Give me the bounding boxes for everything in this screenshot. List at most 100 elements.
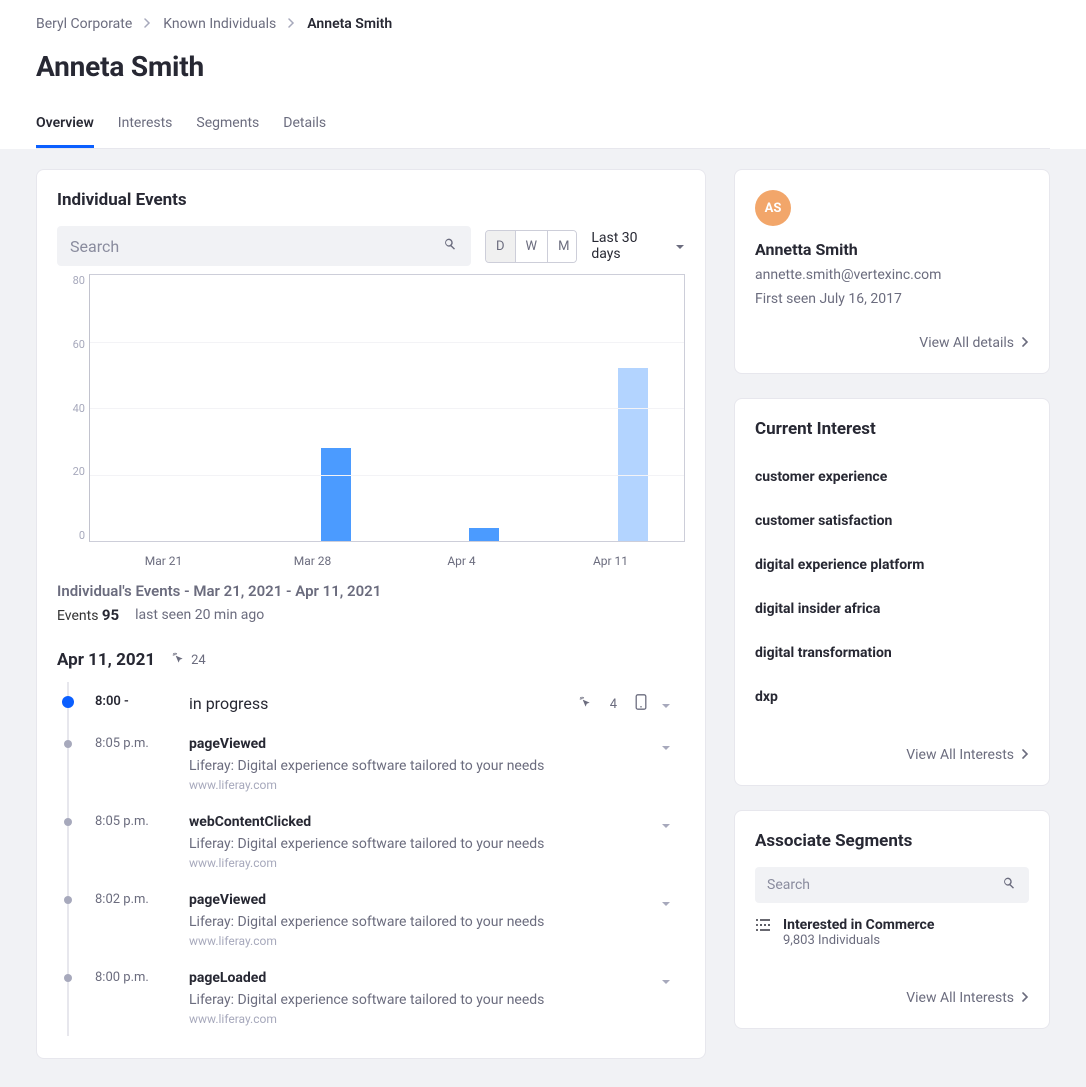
event-name: webContentClicked: [189, 814, 647, 830]
chart-bar[interactable]: [321, 448, 351, 541]
x-tick: Mar 21: [89, 548, 238, 570]
events-chart: 806040200 Mar 21Mar 28Apr 4Apr 11: [57, 274, 685, 570]
granularity-toggle[interactable]: D W M: [485, 230, 577, 263]
chevron-right-icon: [1022, 990, 1029, 1006]
chevron-right-icon: [1022, 747, 1029, 763]
segment-list-icon: [755, 917, 771, 937]
event-description: Liferay: Digital experience software tai…: [189, 914, 647, 930]
session-dot-icon: [62, 696, 74, 708]
click-icon: [578, 695, 592, 713]
chevron-right-icon: [144, 16, 151, 32]
timeline-item[interactable]: 8:02 p.m. pageViewed Liferay: Digital expe…: [67, 880, 685, 958]
segment-meta: 9,803 Individuals: [783, 933, 934, 948]
timeline-dot-icon: [64, 818, 72, 826]
x-tick: Apr 11: [536, 548, 685, 570]
granularity-month[interactable]: M: [547, 231, 577, 262]
breadcrumb-current: Anneta Smith: [307, 16, 392, 32]
timeline-item[interactable]: 8:00 p.m.pageLoadedLiferay: Digital expe…: [67, 958, 685, 1036]
interest-item[interactable]: digital insider africa: [755, 587, 1029, 631]
interest-item[interactable]: digital transformation: [755, 631, 1029, 675]
caret-down-icon[interactable]: [661, 970, 685, 989]
interest-item[interactable]: customer satisfaction: [755, 499, 1029, 543]
event-time: 8:05 p.m.: [95, 814, 175, 829]
timeline-date: Apr 11, 2021: [57, 650, 155, 670]
segments-title: Associate Segments: [755, 831, 1029, 851]
event-name: pageViewed: [189, 736, 647, 752]
interest-item[interactable]: customer experience: [755, 455, 1029, 499]
tab-interests[interactable]: Interests: [118, 107, 173, 148]
timeline-dot-icon: [64, 740, 72, 748]
y-tick: 20: [57, 465, 85, 478]
event-time: 8:05 p.m.: [95, 736, 175, 751]
timeline-item[interactable]: 8:05 p.m. pageViewed Liferay: Digital expe…: [67, 724, 685, 802]
timeline-session-header[interactable]: 8:00 - in progress 4: [67, 682, 685, 724]
search-placeholder: Search: [767, 877, 1001, 893]
caret-down-icon: [675, 238, 685, 254]
avatar: AS: [755, 190, 791, 226]
segments-search-input[interactable]: Search: [755, 867, 1029, 903]
tab-overview[interactable]: Overview: [36, 107, 94, 148]
view-all-details-link[interactable]: View All details: [755, 335, 1029, 351]
search-icon: [1001, 875, 1017, 895]
caret-down-icon[interactable]: [661, 814, 685, 833]
search-icon: [442, 236, 458, 256]
event-name: pageViewed: [189, 892, 647, 908]
timeline-item[interactable]: 8:05 p.m. webContentClicked Liferay: Digit…: [67, 802, 685, 880]
chart-caption: Individual's Events - Mar 21, 2021 - Apr…: [57, 582, 685, 600]
event-name: pageLoaded: [189, 970, 647, 986]
interests-card: Current Interest customer experiencecust…: [734, 398, 1050, 786]
chevron-right-icon: [288, 16, 295, 32]
event-time: 8:02 p.m.: [95, 892, 175, 907]
y-tick: 0: [57, 529, 85, 542]
event-url: www.liferay.com: [189, 856, 647, 870]
view-all-segments-link[interactable]: View All Interests: [755, 990, 1029, 1006]
session-count: 4: [610, 697, 617, 712]
page-title: Anneta Smith: [36, 50, 1050, 83]
chart-bar[interactable]: [618, 368, 648, 541]
caret-down-icon[interactable]: [661, 694, 685, 713]
y-tick: 60: [57, 338, 85, 351]
search-placeholder: Search: [70, 237, 442, 256]
y-tick: 40: [57, 402, 85, 415]
timeline-dot-icon: [64, 896, 72, 904]
granularity-day[interactable]: D: [486, 231, 515, 262]
events-search-input[interactable]: Search: [57, 226, 471, 266]
caret-down-icon[interactable]: [661, 892, 685, 911]
profile-email: annette.smith@vertexinc.com: [755, 267, 1029, 283]
breadcrumb-root[interactable]: Beryl Corporate: [36, 16, 132, 32]
x-tick: Apr 4: [387, 548, 536, 570]
date-range-label: Last 30 days: [591, 230, 667, 262]
profile-first-seen: First seen July 16, 2017: [755, 291, 1029, 307]
interest-item[interactable]: dxp: [755, 675, 1029, 719]
breadcrumb: Beryl Corporate Known Individuals Anneta…: [36, 16, 1050, 32]
chevron-right-icon: [1022, 335, 1029, 351]
tab-segments[interactable]: Segments: [196, 107, 259, 148]
view-all-interests-link[interactable]: View All Interests: [755, 747, 1029, 763]
event-url: www.liferay.com: [189, 1012, 647, 1026]
caret-down-icon[interactable]: [661, 736, 685, 755]
interest-item[interactable]: digital experience platform: [755, 543, 1029, 587]
event-description: Liferay: Digital experience software tai…: [189, 758, 647, 774]
interests-title: Current Interest: [755, 419, 1029, 439]
event-url: www.liferay.com: [189, 934, 647, 948]
last-seen: last seen 20 min ago: [135, 607, 264, 623]
date-range-dropdown[interactable]: Last 30 days: [591, 230, 685, 262]
segment-item[interactable]: Interested in Commerce 9,803 Individuals: [755, 917, 1029, 948]
segment-name: Interested in Commerce: [783, 917, 934, 933]
event-url: www.liferay.com: [189, 778, 647, 792]
events-count-label: Events: [57, 608, 98, 624]
chart-bar[interactable]: [469, 528, 499, 541]
segments-card: Associate Segments Search Interested in …: [734, 810, 1050, 1029]
tab-details[interactable]: Details: [283, 107, 326, 148]
event-time: 8:00 p.m.: [95, 970, 175, 985]
events-card: Individual Events Search D W M Las: [36, 169, 706, 1059]
events-title: Individual Events: [57, 190, 685, 210]
breadcrumb-section[interactable]: Known Individuals: [163, 16, 276, 32]
profile-name: Annetta Smith: [755, 240, 1029, 259]
granularity-week[interactable]: W: [515, 231, 548, 262]
event-description: Liferay: Digital experience software tai…: [189, 836, 647, 852]
timeline-day-count: 24: [191, 653, 206, 668]
events-count: 95: [102, 606, 119, 624]
click-icon: [171, 651, 185, 669]
timeline-dot-icon: [64, 974, 72, 982]
